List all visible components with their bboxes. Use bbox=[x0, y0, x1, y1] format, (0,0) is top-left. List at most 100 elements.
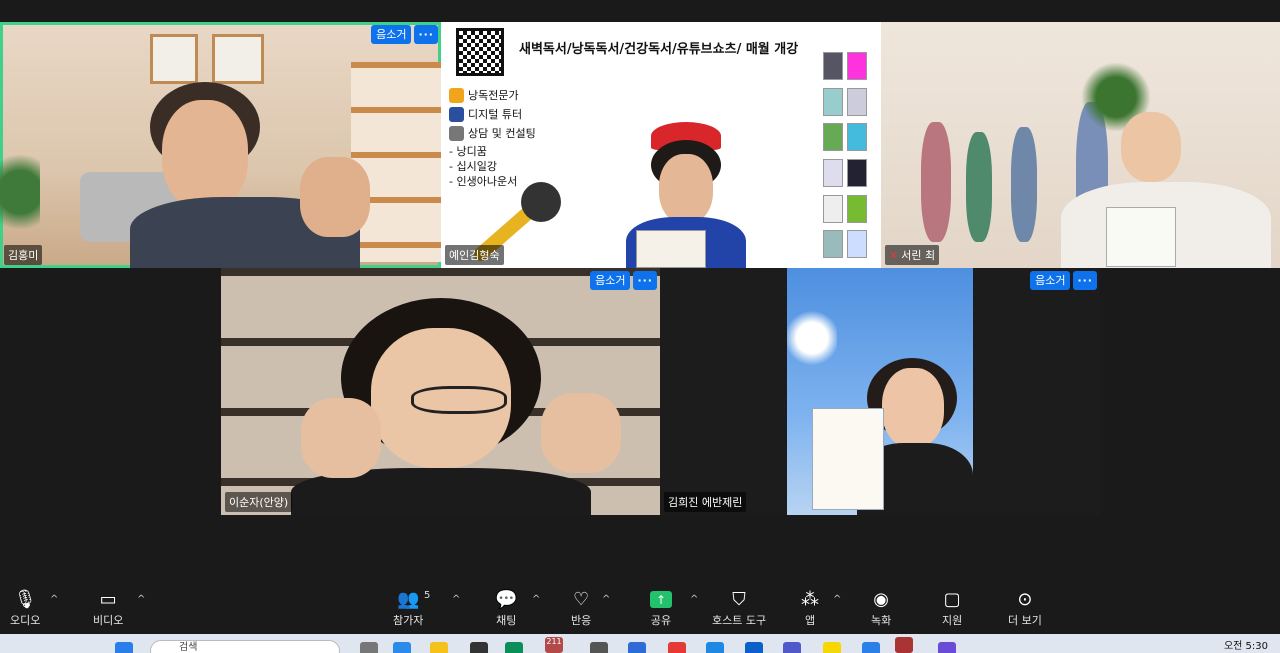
record-icon: ◉ bbox=[873, 589, 889, 610]
heart-icon: ♡ bbox=[573, 589, 590, 610]
more-label: 더 보기 bbox=[1008, 614, 1042, 627]
participant-face bbox=[162, 100, 248, 210]
video-label: 비디오 bbox=[93, 614, 124, 627]
chrome-icon[interactable] bbox=[668, 642, 686, 653]
slide-item-text: 디지털 튜터 bbox=[468, 108, 523, 121]
folder-icon[interactable] bbox=[430, 642, 448, 653]
taskbar-app-icon[interactable] bbox=[360, 642, 378, 653]
participants-options-caret-icon[interactable]: ^ bbox=[452, 594, 460, 605]
tile-actions: 음소거 ··· bbox=[371, 25, 438, 44]
slide-item: 낭독전문가 bbox=[449, 86, 536, 105]
book-cover bbox=[823, 194, 843, 223]
taskbar-app-icon[interactable] bbox=[470, 642, 488, 653]
taskbar-badge-count: 211 bbox=[546, 637, 562, 646]
participant-face bbox=[1121, 112, 1181, 182]
share-label: 공유 bbox=[650, 614, 672, 627]
cast-icon: ▢ bbox=[943, 589, 961, 610]
apps-button[interactable]: ⁂ 앱 bbox=[801, 588, 819, 628]
host-tools-button[interactable]: ⛉ 호스트 도구 bbox=[712, 588, 766, 628]
windows-start-icon[interactable] bbox=[115, 642, 133, 653]
taskbar-app-icon[interactable] bbox=[895, 637, 913, 653]
book-cover bbox=[847, 87, 867, 116]
mute-button[interactable]: 음소거 bbox=[1030, 271, 1071, 290]
book-cover bbox=[823, 123, 843, 152]
taskbar-app-icon[interactable] bbox=[745, 642, 763, 653]
participant-face bbox=[882, 368, 944, 448]
video-tile-2[interactable]: 새벽독서/낭독독서/건강독서/유튜브쇼츠/ 매월 개강 낭독전문가 디지털 튜터… bbox=[441, 22, 881, 268]
participant-name: 김홍미 bbox=[4, 245, 43, 265]
participant-name-text: 이순자(안양) bbox=[229, 496, 289, 509]
mute-button[interactable]: 음소거 bbox=[590, 271, 631, 290]
doll-figure bbox=[921, 122, 951, 242]
wall-frame bbox=[212, 34, 264, 84]
share-button[interactable]: ↑ 공유 bbox=[650, 588, 672, 628]
shield-icon: ⛉ bbox=[732, 589, 746, 610]
host-tools-label: 호스트 도구 bbox=[712, 614, 767, 627]
held-paper bbox=[636, 230, 706, 268]
video-tile-4[interactable]: 음소거 ··· 이순자(안양) bbox=[221, 268, 660, 515]
doll-figure bbox=[966, 132, 992, 242]
qr-code bbox=[456, 28, 504, 76]
handshake-icon bbox=[449, 126, 464, 141]
participants-label: 참가자 bbox=[393, 614, 424, 627]
taskbar-app-icon[interactable] bbox=[590, 642, 608, 653]
participant-hand bbox=[541, 393, 621, 473]
participants-icon: 👥 bbox=[396, 589, 420, 610]
slide-item-text: 낭독전문가 bbox=[468, 89, 519, 102]
video-tile-1[interactable]: 음소거 ··· 김홍미 bbox=[0, 22, 441, 268]
book-cover bbox=[823, 158, 843, 187]
book-cover bbox=[823, 87, 843, 116]
edge-icon[interactable] bbox=[706, 642, 724, 653]
participants-count: 5 bbox=[424, 590, 431, 601]
taskbar-search-placeholder: 검색 bbox=[179, 642, 198, 653]
more-options-button[interactable]: ⊙ 더 보기 bbox=[1008, 588, 1042, 628]
taskbar-app-icon[interactable] bbox=[628, 642, 646, 653]
participant-name-text: 서린 최 bbox=[901, 249, 936, 262]
video-options-caret-icon[interactable]: ^ bbox=[137, 594, 145, 605]
audio-button[interactable]: 🎙 오디오 bbox=[10, 588, 40, 628]
tile-actions: 음소거 ··· bbox=[590, 271, 657, 290]
meeting-toolbar: 🎙 오디오 ^ ▭ 비디오 ^ 👥 참가자 5 ^ 💬 채팅 ^ ♡ 반응 ^ … bbox=[0, 584, 1280, 634]
participant-name: ✕ 서린 최 bbox=[885, 245, 940, 265]
taskbar-app-icon[interactable] bbox=[862, 642, 880, 653]
apps-options-caret-icon[interactable]: ^ bbox=[833, 594, 841, 605]
mute-button[interactable]: 음소거 bbox=[371, 25, 412, 44]
participants-button[interactable]: 👥 참가자 bbox=[393, 588, 423, 628]
camera-icon: ▭ bbox=[99, 589, 117, 610]
reactions-button[interactable]: ♡ 반응 bbox=[571, 588, 591, 628]
tile-actions: 음소거 ··· bbox=[1030, 271, 1097, 290]
participant-name: 이순자(안양) bbox=[225, 492, 293, 512]
apps-icon: ⁂ bbox=[801, 589, 819, 610]
taskbar-app-icon[interactable] bbox=[505, 642, 523, 653]
more-button[interactable]: ··· bbox=[1073, 271, 1097, 290]
record-button[interactable]: ◉ 녹화 bbox=[871, 588, 891, 628]
book-cover bbox=[823, 52, 843, 80]
taskbar-clock: 오전 5:30 bbox=[1223, 641, 1268, 652]
chat-button[interactable]: 💬 채팅 bbox=[495, 588, 517, 628]
book-cover bbox=[847, 194, 867, 223]
taskbar-app-icon[interactable] bbox=[393, 642, 411, 653]
support-button[interactable]: ▢ 지원 bbox=[942, 588, 962, 628]
chat-label: 채팅 bbox=[496, 614, 517, 627]
kakaotalk-icon[interactable] bbox=[823, 642, 841, 653]
microphone-icon: 🎙 bbox=[13, 589, 37, 610]
video-tile-5[interactable]: 음소거 ··· 김희진 에반제린 bbox=[660, 268, 1100, 515]
video-button[interactable]: ▭ 비디오 bbox=[93, 588, 123, 628]
taskbar-search[interactable]: 검색 bbox=[150, 640, 340, 653]
more-button[interactable]: ··· bbox=[633, 271, 657, 290]
muted-mic-icon: ✕ bbox=[889, 248, 899, 262]
teams-icon[interactable] bbox=[783, 642, 801, 653]
cloud bbox=[787, 308, 837, 368]
participant-name: 예인김형숙 bbox=[445, 245, 504, 265]
participant-hand bbox=[301, 398, 381, 478]
taskbar-badge[interactable]: 211 bbox=[545, 637, 563, 653]
chat-options-caret-icon[interactable]: ^ bbox=[532, 594, 540, 605]
share-options-caret-icon[interactable]: ^ bbox=[690, 594, 698, 605]
video-tile-3[interactable]: ✕ 서린 최 bbox=[881, 22, 1280, 268]
slide-title: 새벽독서/낭독독서/건강독서/유튜브쇼츠/ 매월 개강 bbox=[519, 42, 799, 57]
taskbar-app-icon[interactable] bbox=[938, 642, 956, 653]
audio-options-caret-icon[interactable]: ^ bbox=[50, 594, 58, 605]
more-button[interactable]: ··· bbox=[414, 25, 438, 44]
reactions-label: 반응 bbox=[571, 614, 592, 627]
reactions-options-caret-icon[interactable]: ^ bbox=[602, 594, 610, 605]
